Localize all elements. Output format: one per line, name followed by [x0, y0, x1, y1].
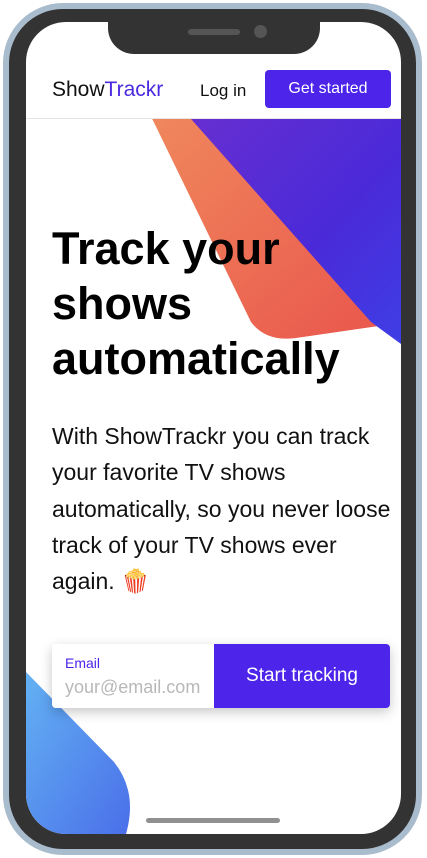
home-indicator	[146, 818, 280, 823]
login-link[interactable]: Log in	[200, 81, 246, 101]
notch	[108, 22, 320, 54]
email-label: Email	[65, 655, 101, 671]
logo-accent-text: Trackr	[104, 78, 164, 101]
logo[interactable]: ShowTrackr	[52, 78, 163, 102]
navbar: ShowTrackr Log in Get started	[26, 67, 401, 119]
email-input[interactable]	[65, 674, 212, 700]
hero-subtext: With ShowTrackr you can track your favor…	[52, 423, 391, 595]
signup-form: Email Start tracking	[52, 644, 390, 708]
logo-primary-text: Show	[52, 78, 105, 101]
front-camera	[254, 25, 267, 38]
hero-headline: Track your shows automatically	[52, 223, 340, 384]
email-field[interactable]: Email	[52, 644, 214, 708]
get-started-button[interactable]: Get started	[265, 70, 391, 108]
start-tracking-button[interactable]: Start tracking	[214, 644, 390, 708]
power-button	[416, 203, 422, 295]
phone-screen: ShowTrackr Log in Get started Track your…	[26, 22, 401, 834]
speaker-grille	[188, 29, 240, 35]
